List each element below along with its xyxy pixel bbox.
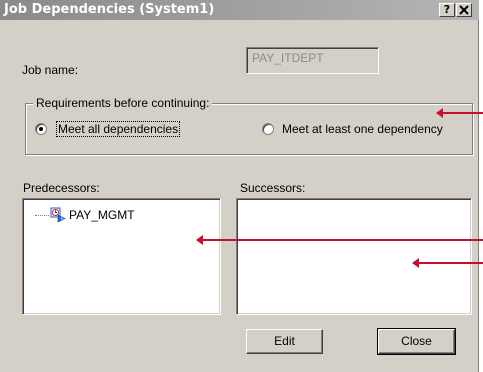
radio-selected-dot <box>39 127 43 131</box>
meet-one-label[interactable]: Meet at least one dependency <box>282 122 443 136</box>
job-clock-icon <box>50 207 66 223</box>
annotation-arrow-successors <box>412 258 483 268</box>
close-button[interactable]: Close <box>377 328 456 355</box>
meet-all-label[interactable]: Meet all dependencies <box>55 121 181 137</box>
close-icon <box>459 5 469 15</box>
requirements-legend: Requirements before continuing: <box>33 96 213 110</box>
predecessors-label: Predecessors: <box>23 181 100 195</box>
job-name-label: Job name: <box>22 63 79 77</box>
edit-button[interactable]: Edit <box>246 329 323 354</box>
successors-list[interactable] <box>236 198 472 315</box>
job-dependencies-dialog: Job Dependencies (System1) ? Job name: P… <box>0 0 479 372</box>
meet-one-radio[interactable] <box>262 123 274 135</box>
tree-connector <box>35 214 49 216</box>
meet-all-radio[interactable] <box>35 123 47 135</box>
annotation-arrow-requirements <box>436 108 483 118</box>
predecessors-list[interactable]: PAY_MGMT <box>22 198 221 315</box>
job-name-field[interactable]: PAY_ITDEPT <box>246 47 379 74</box>
title-bar[interactable]: Job Dependencies (System1) ? <box>0 0 479 20</box>
list-item-label: PAY_MGMT <box>69 208 135 222</box>
window-title: Job Dependencies (System1) <box>4 2 215 17</box>
help-button[interactable]: ? <box>439 3 455 17</box>
successors-label: Successors: <box>240 181 306 195</box>
list-item[interactable]: PAY_MGMT <box>35 207 135 223</box>
title-close-button[interactable] <box>456 3 472 17</box>
annotation-arrow-predecessors <box>196 235 483 245</box>
